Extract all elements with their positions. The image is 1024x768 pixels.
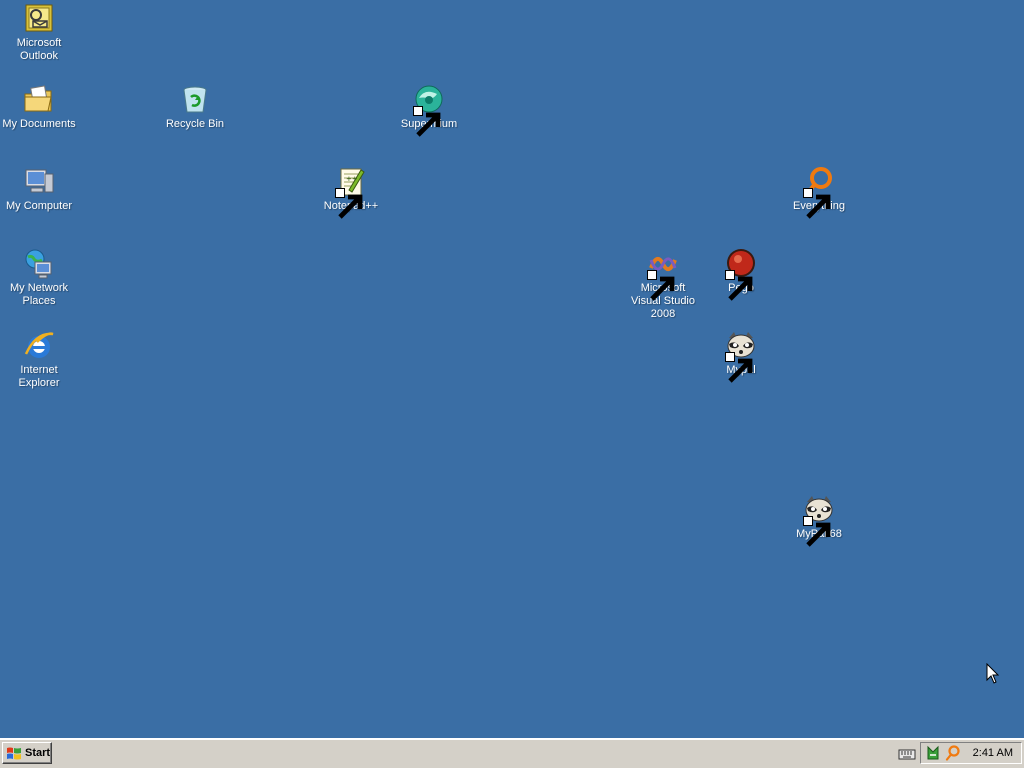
desktop-icon-supermium[interactable]: Supermium <box>390 84 468 137</box>
shortcut-arrow-icon <box>803 188 831 219</box>
desktop-icon-label: Microsoft Outlook <box>16 37 62 62</box>
shortcut-arrow-icon <box>725 270 753 301</box>
desktop-icon-outlook[interactable]: Microsoft Outlook <box>0 3 78 63</box>
network-places-icon <box>23 248 55 280</box>
folder-documents-icon <box>23 84 55 116</box>
desktop: Microsoft Outlook My Documents Recycle B… <box>0 0 1024 738</box>
mouse-cursor-icon <box>986 663 1000 684</box>
start-label: Start <box>25 747 51 759</box>
desktop-icon-mypal-68[interactable]: MyPal 68 <box>780 494 858 547</box>
desktop-icon-label: My Documents <box>2 118 76 130</box>
desktop-icon-internet-explorer[interactable]: Internet Explorer <box>0 330 78 390</box>
desktop-icon-mypal[interactable]: Mypal <box>702 330 780 383</box>
notepadpp-icon: ++ <box>335 166 367 219</box>
supermium-icon <box>413 84 445 137</box>
desktop-icon-label: Recycle Bin <box>165 118 225 130</box>
visual-studio-icon <box>647 248 679 301</box>
desktop-icon-my-documents[interactable]: My Documents <box>0 84 78 131</box>
desktop-icon-my-network-places[interactable]: My Network Places <box>0 248 78 308</box>
everything-tray-icon[interactable] <box>945 745 961 761</box>
everything-search-icon <box>803 166 835 219</box>
recycle-bin-icon <box>179 84 211 116</box>
desktop-icon-pego[interactable]: Pego <box>702 248 780 301</box>
tray-app-icon[interactable] <box>925 745 941 761</box>
desktop-icon-notepadpp[interactable]: ++ Notepad++ <box>312 166 390 219</box>
windows-logo-icon <box>7 747 21 760</box>
system-tray: 2:41 AM <box>920 742 1022 764</box>
keyboard-icon[interactable] <box>898 747 916 761</box>
internet-explorer-icon <box>23 330 55 362</box>
shortcut-arrow-icon <box>335 188 363 219</box>
desktop-icon-recycle-bin[interactable]: Recycle Bin <box>156 84 234 131</box>
pego-icon <box>725 248 757 301</box>
svg-text:++: ++ <box>346 175 358 183</box>
computer-icon <box>23 166 55 198</box>
shortcut-arrow-icon <box>803 516 831 547</box>
desktop-icon-my-computer[interactable]: My Computer <box>0 166 78 213</box>
start-button[interactable]: Start <box>2 742 52 764</box>
taskbar: Start 2:41 AM <box>0 738 1024 768</box>
desktop-icon-everything[interactable]: Everything <box>780 166 858 219</box>
desktop-icon-label: My Network Places <box>9 282 69 307</box>
desktop-icon-visual-studio-2008[interactable]: Microsoft Visual Studio 2008 <box>624 248 702 321</box>
desktop-icon-label: My Computer <box>5 200 73 212</box>
shortcut-arrow-icon <box>725 352 753 383</box>
mypal-raccoon-icon <box>725 330 757 383</box>
desktop-icon-label: Internet Explorer <box>18 364 60 389</box>
shortcut-arrow-icon <box>413 106 441 137</box>
outlook-icon <box>23 3 55 35</box>
shortcut-arrow-icon <box>647 270 675 301</box>
clock[interactable]: 2:41 AM <box>973 747 1013 759</box>
mypal-raccoon-icon <box>803 494 835 547</box>
